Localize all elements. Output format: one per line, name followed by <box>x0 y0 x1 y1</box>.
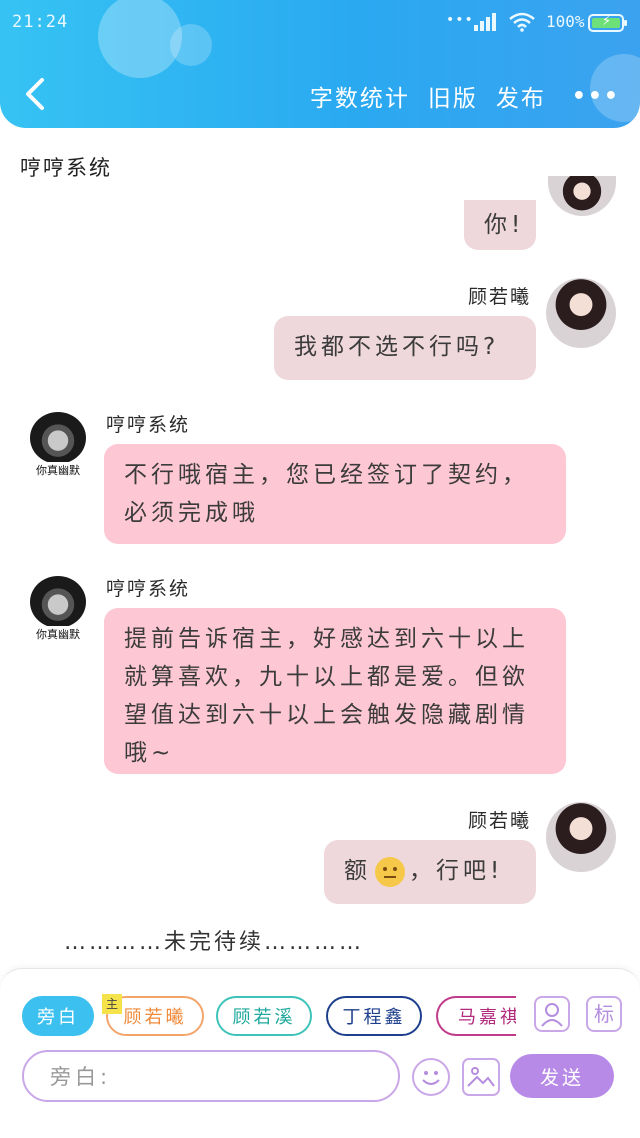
wifi-icon <box>509 12 535 32</box>
message-text: 提前告诉宿主，好感达到六十以上就算喜欢，九十以上都是爱。但欲望值达到六十以上会触… <box>124 626 529 766</box>
message-bubble-right[interactable]: 你! <box>464 200 536 250</box>
message-text-after: ，行吧! <box>409 858 504 884</box>
sender-name: 哼哼系统 <box>106 414 191 436</box>
message-bubble-left[interactable]: 不行哦宿主，您已经签订了契约，必须完成哦 <box>104 444 566 544</box>
message-text: 我都不选不行吗? <box>294 334 500 360</box>
app-header: 21:24 ••• 100% ⚡ 字数统计 旧版 发布 ••• <box>0 0 640 128</box>
story-title: 哼哼系统 <box>20 156 112 180</box>
neutral-face-emoji-icon <box>375 856 405 887</box>
publish-button[interactable]: 发布 <box>496 79 546 113</box>
old-version-button[interactable]: 旧版 <box>428 79 478 113</box>
more-options-icon[interactable]: ••• <box>572 84 620 109</box>
message-bubble-left[interactable]: 提前告诉宿主，好感达到六十以上就算喜欢，九十以上都是爱。但欲望值达到六十以上会触… <box>104 608 566 774</box>
user-avatar[interactable] <box>546 278 616 348</box>
to-be-continued-divider: …………未完待续………… <box>64 930 365 955</box>
protagonist-tag: 主 <box>102 994 122 1014</box>
image-icon[interactable] <box>462 1058 500 1096</box>
system-avatar[interactable]: 你真幽默 <box>22 408 94 478</box>
message-text-before: 额 <box>344 858 371 884</box>
status-time: 21:24 <box>12 12 69 32</box>
add-character-icon[interactable] <box>534 996 570 1032</box>
battery-icon: ⚡ <box>588 14 627 32</box>
role-chip-ding-chengxin[interactable]: 丁程鑫 <box>326 996 422 1036</box>
back-arrow-icon[interactable] <box>20 76 50 112</box>
user-avatar[interactable] <box>546 802 616 872</box>
cell-signal-icon <box>474 13 500 31</box>
word-count-button[interactable]: 字数统计 <box>310 79 410 113</box>
send-button[interactable]: 发送 <box>510 1054 614 1098</box>
sender-name: 哼哼系统 <box>106 578 191 600</box>
user-avatar[interactable] <box>548 176 616 216</box>
battery-percent: 100% <box>546 12 585 31</box>
sender-name: 顾若曦 <box>468 810 532 832</box>
status-bar: 21:24 ••• 100% ⚡ <box>0 0 640 44</box>
message-bubble-right[interactable]: 我都不选不行吗? <box>274 316 536 380</box>
mark-button[interactable]: 标 <box>586 996 622 1032</box>
role-chip-gu-ruoxi-2[interactable]: 顾若溪 <box>216 996 312 1036</box>
message-bubble-right[interactable]: 额 ，行吧! <box>324 840 536 904</box>
meme-face-icon <box>30 412 86 464</box>
message-text: 不行哦宿主，您已经签订了契约，必须完成哦 <box>124 462 529 526</box>
meme-caption: 你真幽默 <box>22 462 94 478</box>
sender-name: 顾若曦 <box>468 286 532 308</box>
signal-dots-icon: ••• <box>446 12 474 28</box>
role-chip-aside[interactable]: 旁白 <box>22 996 94 1036</box>
message-input[interactable]: 旁白: <box>22 1050 400 1102</box>
meme-caption: 你真幽默 <box>22 626 94 642</box>
system-avatar[interactable]: 你真幽默 <box>22 572 94 642</box>
message-text: 你! <box>484 212 525 238</box>
meme-face-icon <box>30 576 86 628</box>
role-chip-ma-jiaqi[interactable]: 马嘉祺 <box>436 996 516 1036</box>
header-actions: 字数统计 旧版 发布 ••• <box>310 79 640 113</box>
emoji-icon[interactable] <box>412 1058 450 1096</box>
charging-bolt-icon: ⚡ <box>602 14 612 29</box>
